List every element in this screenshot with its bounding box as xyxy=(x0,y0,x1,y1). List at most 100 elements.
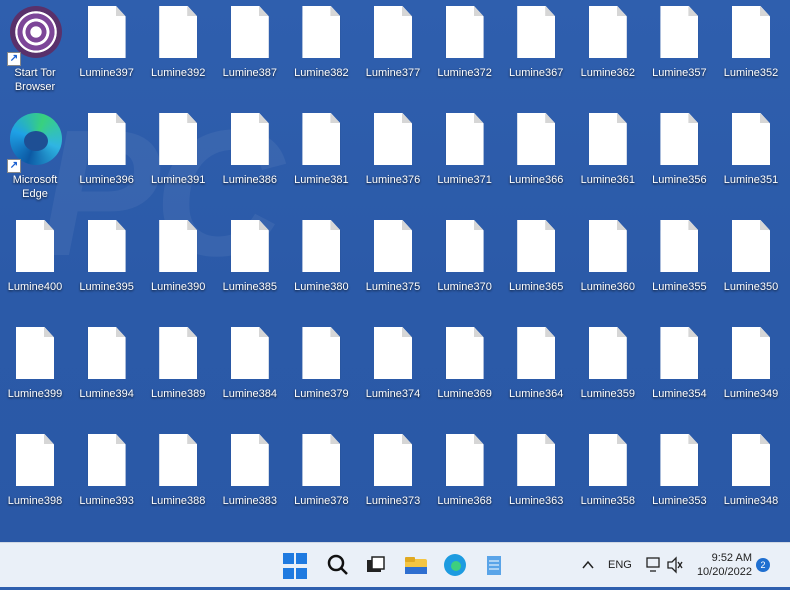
desktop-file-icon[interactable]: Lumine386 xyxy=(215,107,285,207)
document-icon xyxy=(230,6,269,58)
document-icon xyxy=(588,6,627,58)
file-label: Lumine367 xyxy=(508,67,564,79)
desktop-file-icon[interactable]: Lumine364 xyxy=(501,321,571,421)
icon-label: Microsoft Edge xyxy=(12,174,58,200)
file-label: Lumine395 xyxy=(79,281,134,293)
desktop-file-icon[interactable]: Lumine353 xyxy=(644,428,714,528)
desktop-file-icon[interactable]: Lumine382 xyxy=(286,0,356,100)
tor-browser-icon xyxy=(10,6,62,58)
desktop-file-icon[interactable]: Lumine379 xyxy=(286,321,356,421)
chevron-up-icon[interactable] xyxy=(580,543,596,587)
desktop-file-icon[interactable]: Lumine367 xyxy=(501,0,571,100)
desktop-file-icon[interactable]: Lumine389 xyxy=(143,321,213,421)
desktop-file-icon[interactable]: Lumine398 xyxy=(0,428,70,528)
document-icon xyxy=(374,6,412,58)
document-icon xyxy=(16,434,54,486)
file-label: Lumine362 xyxy=(580,67,636,79)
desktop-file-icon[interactable]: Lumine359 xyxy=(573,321,643,421)
file-label: Lumine398 xyxy=(7,495,63,507)
volume-muted-icon[interactable] xyxy=(666,543,684,587)
desktop-file-icon[interactable]: Lumine350 xyxy=(716,214,786,314)
desktop-icon-edge[interactable]: ↗ Microsoft Edge xyxy=(0,107,70,207)
icon-label: Start Tor Browser xyxy=(14,67,56,93)
desktop-file-icon[interactable]: Lumine355 xyxy=(644,214,714,314)
shortcut-arrow-icon: ↗ xyxy=(7,159,21,173)
network-icon[interactable] xyxy=(645,543,663,587)
desktop-file-icon[interactable]: Lumine384 xyxy=(215,321,285,421)
desktop-file-icon[interactable]: Lumine362 xyxy=(573,0,643,100)
file-label: Lumine397 xyxy=(79,67,134,79)
task-view-icon xyxy=(367,556,385,572)
document-icon xyxy=(660,6,699,58)
desktop-file-icon[interactable]: Lumine394 xyxy=(72,321,142,421)
desktop-file-icon[interactable]: Lumine397 xyxy=(72,0,142,100)
desktop-file-icon[interactable]: Lumine366 xyxy=(501,107,571,207)
task-view-button[interactable] xyxy=(362,551,390,579)
desktop-file-icon[interactable]: Lumine385 xyxy=(215,214,285,314)
desktop-file-icon[interactable]: Lumine399 xyxy=(0,321,70,421)
file-label: Lumine393 xyxy=(79,495,134,507)
desktop-file-icon[interactable]: Lumine395 xyxy=(72,214,142,314)
search-button[interactable] xyxy=(324,551,352,579)
file-explorer-button[interactable] xyxy=(402,551,430,579)
desktop-file-icon[interactable]: Lumine354 xyxy=(644,321,714,421)
desktop: PC ↗ Start Tor Browser ↗ Microsoft Edge … xyxy=(0,0,790,542)
document-icon xyxy=(159,220,198,272)
notification-badge[interactable]: 2 xyxy=(756,558,770,572)
desktop-file-icon[interactable]: Lumine388 xyxy=(143,428,213,528)
desktop-file-icon[interactable]: Lumine358 xyxy=(573,428,643,528)
desktop-file-icon[interactable]: Lumine363 xyxy=(501,428,571,528)
desktop-file-icon[interactable]: Lumine387 xyxy=(215,0,285,100)
document-icon xyxy=(588,113,627,165)
document-icon xyxy=(660,327,699,379)
system-clock[interactable]: 9:52 AM 10/20/2022 xyxy=(697,551,752,579)
desktop-file-icon[interactable]: Lumine356 xyxy=(644,107,714,207)
edge-button[interactable] xyxy=(441,551,469,579)
desktop-file-icon[interactable]: Lumine376 xyxy=(358,107,428,207)
document-icon xyxy=(302,113,341,165)
desktop-file-icon[interactable]: Lumine365 xyxy=(501,214,571,314)
desktop-file-icon[interactable]: Lumine369 xyxy=(430,321,500,421)
desktop-file-icon[interactable]: Lumine381 xyxy=(286,107,356,207)
document-icon xyxy=(159,113,198,165)
desktop-file-icon[interactable]: Lumine348 xyxy=(716,428,786,528)
desktop-file-icon[interactable]: Lumine400 xyxy=(0,214,70,314)
clock-date: 10/20/2022 xyxy=(696,566,752,578)
desktop-file-icon[interactable]: Lumine393 xyxy=(72,428,142,528)
language-indicator[interactable]: ENG xyxy=(608,543,632,587)
desktop-file-icon[interactable]: Lumine352 xyxy=(716,0,786,100)
file-label: Lumine380 xyxy=(294,281,349,293)
desktop-file-icon[interactable]: Lumine377 xyxy=(358,0,428,100)
desktop-file-icon[interactable]: Lumine351 xyxy=(716,107,786,207)
document-icon xyxy=(374,434,412,486)
desktop-file-icon[interactable]: Lumine360 xyxy=(573,214,643,314)
document-icon xyxy=(517,327,556,379)
file-label: Lumine359 xyxy=(580,388,636,400)
desktop-file-icon[interactable]: Lumine368 xyxy=(430,428,500,528)
desktop-file-icon[interactable]: Lumine349 xyxy=(716,321,786,421)
desktop-file-icon[interactable]: Lumine375 xyxy=(358,214,428,314)
desktop-file-icon[interactable]: Lumine383 xyxy=(215,428,285,528)
desktop-file-icon[interactable]: Lumine361 xyxy=(573,107,643,207)
desktop-file-icon[interactable]: Lumine390 xyxy=(143,214,213,314)
desktop-file-icon[interactable]: Lumine391 xyxy=(143,107,213,207)
file-label: Lumine378 xyxy=(294,495,349,507)
notepad-button[interactable] xyxy=(480,551,508,579)
document-icon xyxy=(732,434,770,486)
desktop-file-icon[interactable]: Lumine372 xyxy=(430,0,500,100)
desktop-file-icon[interactable]: Lumine396 xyxy=(72,107,142,207)
document-icon xyxy=(230,434,269,486)
search-icon xyxy=(327,554,348,575)
desktop-file-icon[interactable]: Lumine378 xyxy=(286,428,356,528)
desktop-file-icon[interactable]: Lumine373 xyxy=(358,428,428,528)
desktop-file-icon[interactable]: Lumine370 xyxy=(430,214,500,314)
file-label: Lumine370 xyxy=(437,281,492,293)
desktop-file-icon[interactable]: Lumine380 xyxy=(286,214,356,314)
desktop-icon-tor-browser[interactable]: ↗ Start Tor Browser xyxy=(0,0,70,100)
desktop-file-icon[interactable]: Lumine357 xyxy=(644,0,714,100)
start-button[interactable] xyxy=(283,553,311,581)
desktop-file-icon[interactable]: Lumine374 xyxy=(358,321,428,421)
document-icon xyxy=(588,327,627,379)
desktop-file-icon[interactable]: Lumine392 xyxy=(143,0,213,100)
desktop-file-icon[interactable]: Lumine371 xyxy=(430,107,500,207)
